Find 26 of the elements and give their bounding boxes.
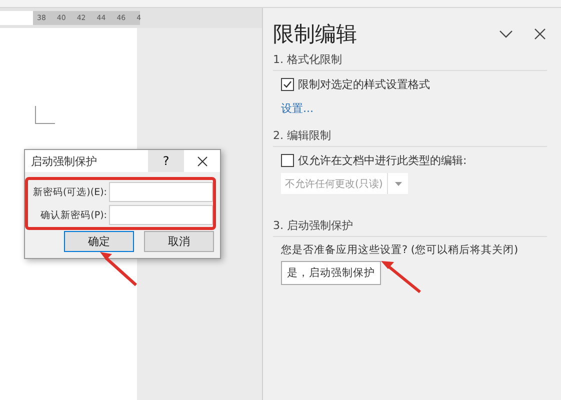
section-heading: 2. 编辑限制: [273, 128, 547, 147]
checkbox-label: 仅允许在文档中进行此类型的编辑:: [298, 153, 467, 168]
field-label: 确认新密码(P):: [40, 208, 107, 222]
margin-mark: [35, 106, 55, 124]
dialog-title: 启动强制保护: [30, 154, 98, 168]
password-field[interactable]: [109, 182, 213, 202]
prompt-text: 您是否准备应用这些设置? (您可以稍后将其关闭): [281, 243, 520, 257]
close-icon[interactable]: [533, 27, 547, 41]
field-label: 新密码(可选)(E):: [32, 186, 107, 198]
pane-title: 限制编辑: [273, 21, 358, 48]
settings-link[interactable]: 设置...: [281, 101, 314, 116]
ruler-margin: [0, 11, 33, 25]
password-field[interactable]: [109, 205, 213, 225]
checkbox[interactable]: [281, 154, 294, 167]
dialog-button[interactable]: 确定: [64, 231, 134, 252]
start-protection-button[interactable]: 是，启动强制保护: [281, 261, 381, 285]
pointer-arrow: [100, 252, 137, 286]
section-heading: 3. 启动强制保护: [273, 218, 547, 237]
section-heading: 1. 格式化限制: [273, 52, 547, 71]
caret-icon: [394, 182, 402, 186]
dialog-button[interactable]: 取消: [144, 231, 214, 252]
pointer-arrow: [381, 261, 421, 294]
close-icon: [196, 156, 208, 166]
checkbox[interactable]: [281, 78, 294, 91]
help-button[interactable]: ?: [148, 150, 184, 172]
checkbox-label: 限制对选定的样式设置格式: [298, 77, 430, 92]
